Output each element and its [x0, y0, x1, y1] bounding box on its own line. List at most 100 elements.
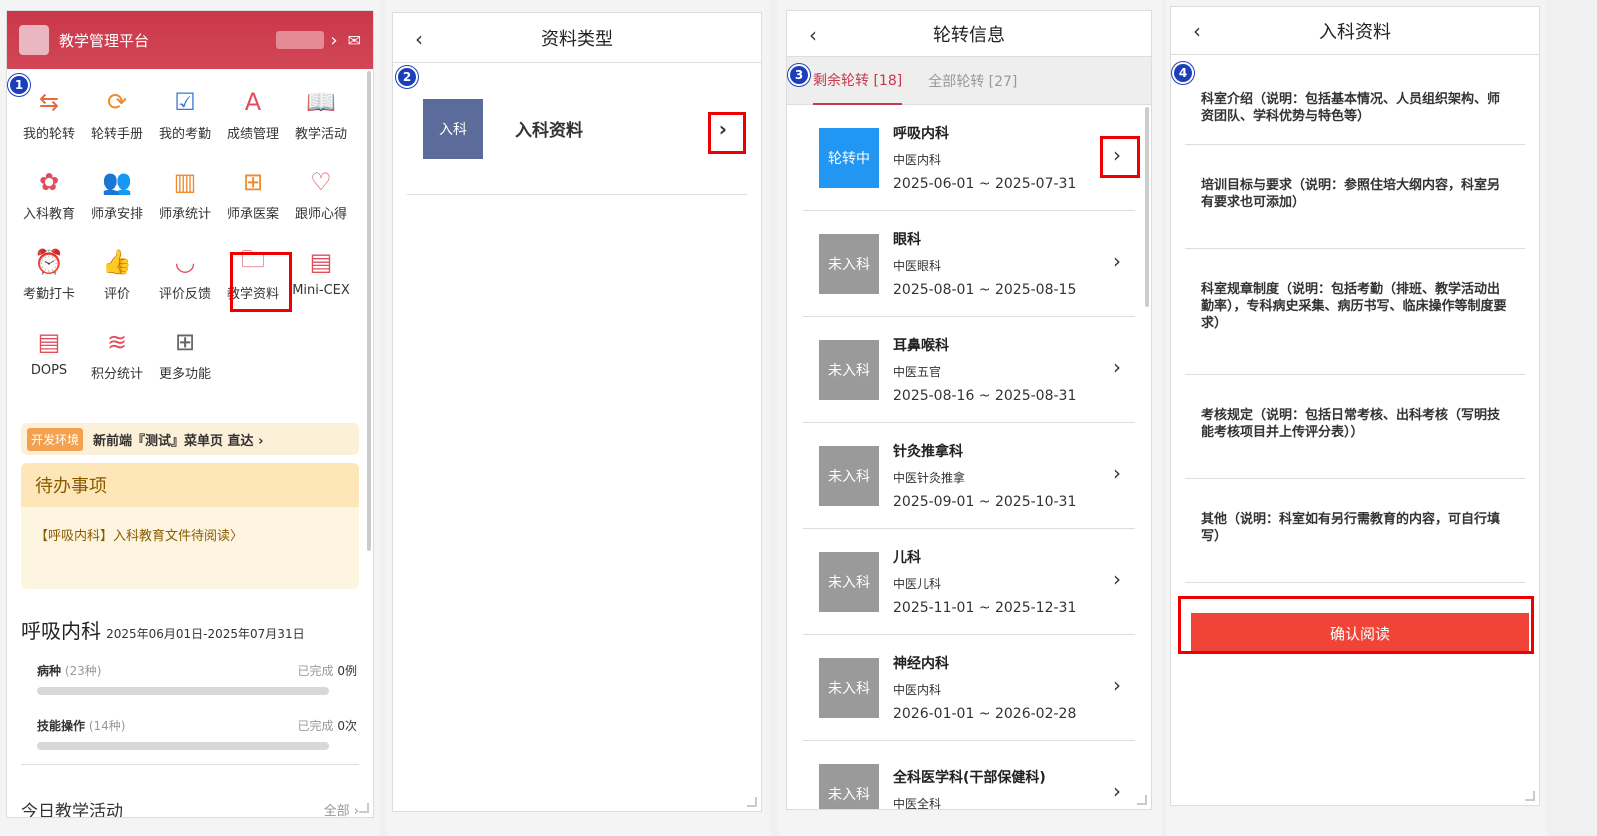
progress-count: (23种)	[64, 664, 102, 678]
mail-icon[interactable]: ✉	[348, 31, 361, 50]
rotation-row[interactable]: 未入科 眼科 中医眼科 2025-08-01 ~ 2025-08-15 ›	[803, 211, 1135, 317]
rotation-row[interactable]: 未入科 神经内科 中医内科 2026-01-01 ~ 2026-02-28 ›	[803, 635, 1135, 741]
rotation-row[interactable]: 未入科 针灸推拿科 中医针灸推拿 2025-09-01 ~ 2025-10-31 ›	[803, 423, 1135, 529]
progress-item: 技能操作 (14种) 已完成 0次	[37, 717, 357, 750]
chevron-right-icon[interactable]: ›	[330, 30, 337, 51]
function-label: 师承医案	[226, 207, 279, 222]
rotation-sub: 中医五官	[893, 365, 942, 379]
page-title: 轮转信息	[933, 24, 1005, 46]
dev-env-bar[interactable]: 开发环境 新前端『测试』菜单页 直达 ›	[21, 423, 359, 455]
rotation-dates: 2025-09-01 ~ 2025-10-31	[893, 494, 1077, 510]
grid-item[interactable]: ▤ DOPS	[15, 327, 83, 407]
dept-summary: 呼吸内科 2025年06月01日-2025年07月31日	[7, 589, 373, 644]
back-icon[interactable]: ‹	[415, 27, 423, 51]
grid-item[interactable]: ⏰ 考勤打卡	[15, 247, 83, 327]
material-name: 入科资料	[515, 121, 583, 141]
screen-home: 教学管理平台 › ✉ ⇆ 我的轮转 ⟳ 轮转手册 ☑ 我的考勤 A 成绩管理 📖 教学活动 ✿ 入科教…	[0, 0, 380, 836]
function-label: 我的轮转	[22, 127, 75, 142]
rotation-sub: 中医内科	[893, 683, 942, 697]
grid-item[interactable]: ♡ 跟师心得	[287, 167, 355, 247]
function-icon: ⟳	[106, 88, 128, 116]
function-label: 评价反馈	[158, 287, 211, 302]
screen-dept-material: ‹ 入科资料 科室介绍（说明：包括基本情况、人员组织架构、师资团队、学科优势与特…	[1166, 0, 1546, 836]
function-icon: ≋	[106, 328, 128, 356]
rotation-dept: 呼吸内科	[893, 126, 949, 142]
function-label: 教学活动	[294, 127, 347, 142]
todo-card: 待办事项 【呼吸内科】入科教育文件待阅读〉	[21, 463, 359, 589]
rotation-dept: 儿科	[893, 550, 921, 566]
grid-item[interactable]: ▤ Mini-CEX	[287, 247, 355, 327]
view-all-link[interactable]: 全部 ›	[324, 800, 359, 817]
resize-grip[interactable]	[1525, 791, 1535, 801]
material-sections: 科室介绍（说明：包括基本情况、人员组织架构、师资团队、学科优势与特色等） 培训目标…	[1171, 55, 1539, 583]
todo-item[interactable]: 【呼吸内科】入科教育文件待阅读〉	[21, 507, 359, 562]
material-item[interactable]: 入科 入科资料 ›	[407, 63, 747, 195]
phone-frame: 教学管理平台 › ✉ ⇆ 我的轮转 ⟳ 轮转手册 ☑ 我的考勤 A 成绩管理 📖 教学活动 ✿ 入科教…	[6, 10, 374, 818]
grid-item[interactable]: ≋ 积分统计	[83, 327, 151, 407]
grid-item[interactable]: 👍 评价	[83, 247, 151, 327]
dev-env-link[interactable]: 新前端『测试』菜单页 直达 ›	[93, 430, 263, 449]
screen-rotation: ‹ 轮转信息 剩余轮转 [18] 全部轮转 [27] 轮转中 呼吸内科 中医内科 20…	[778, 0, 1162, 836]
grid-item[interactable]: ⊞ 更多功能	[151, 327, 219, 407]
grid-item[interactable]: ✿ 入科教育	[15, 167, 83, 247]
grid-item[interactable]: ⟳ 轮转手册	[83, 87, 151, 167]
step-badge: 3	[788, 64, 810, 86]
function-label: 入科教育	[22, 207, 75, 222]
grid-item[interactable]: 📖 教学活动	[287, 87, 355, 167]
tab-all[interactable]: 全部轮转 [27]	[928, 57, 1017, 105]
back-icon[interactable]: ‹	[809, 23, 817, 47]
scrollbar[interactable]	[367, 71, 371, 551]
app-title: 教学管理平台	[59, 31, 150, 50]
rotation-dates: 2026-01-01 ~ 2026-02-28	[893, 706, 1077, 722]
resize-grip[interactable]	[359, 803, 369, 813]
progress-name: 技能操作	[37, 719, 86, 733]
material-section: 培训目标与要求（说明：参照住培大纲内容，科室另有要求也可添加）	[1185, 145, 1525, 249]
chevron-right-icon[interactable]: ›	[1113, 779, 1121, 803]
today-title: 今日教学活动	[21, 802, 123, 818]
resize-grip[interactable]	[747, 797, 757, 807]
material-section: 科室规章制度（说明：包括考勤（排班、教学活动出勤率），专科病史采集、病历书写、临…	[1185, 249, 1525, 375]
progress-bar	[37, 687, 329, 695]
grid-item[interactable]: 👥 师承安排	[83, 167, 151, 247]
dev-env-tag: 开发环境	[27, 427, 84, 451]
highlight-box	[1178, 596, 1534, 654]
grid-item[interactable]: A 成绩管理	[219, 87, 287, 167]
grid-item[interactable]: ⊞ 师承医案	[219, 167, 287, 247]
progress-name: 病种	[37, 664, 62, 678]
rotation-status: 未入科	[819, 551, 879, 612]
rotation-row[interactable]: 未入科 儿科 中医儿科 2025-11-01 ~ 2025-12-31 ›	[803, 529, 1135, 635]
nav-header: ‹ 轮转信息	[787, 11, 1151, 57]
chevron-right-icon[interactable]: ›	[1113, 567, 1121, 591]
function-icon: ☑	[174, 88, 196, 116]
grid-item[interactable]: ⇆ 我的轮转	[15, 87, 83, 167]
chevron-right-icon[interactable]: ›	[1113, 461, 1121, 485]
back-icon[interactable]: ‹	[1193, 19, 1201, 43]
avatar[interactable]	[19, 25, 49, 55]
resize-grip[interactable]	[1137, 795, 1147, 805]
tab-remaining[interactable]: 剩余轮转 [18]	[813, 57, 903, 105]
rotation-sub: 中医内科	[893, 153, 942, 167]
rotation-status: 未入科	[819, 233, 879, 294]
grid-item[interactable]: ☑ 我的考勤	[151, 87, 219, 167]
rotation-row[interactable]: 轮转中 呼吸内科 中医内科 2025-06-01 ~ 2025-07-31 ›	[803, 105, 1135, 211]
rotation-row[interactable]: 未入科 耳鼻喉科 中医五官 2025-08-16 ~ 2025-08-31 ›	[803, 317, 1135, 423]
scrollbar[interactable]	[1145, 107, 1149, 307]
dept-name: 呼吸内科	[21, 619, 101, 643]
function-label: 师承统计	[158, 207, 211, 222]
chevron-right-icon[interactable]: ›	[1113, 355, 1121, 379]
chevron-right-icon[interactable]: ›	[1113, 673, 1121, 697]
function-icon: ▤	[309, 248, 333, 276]
grid-item[interactable]: ▥ 师承统计	[151, 167, 219, 247]
rotation-row[interactable]: 未入科 全科医学科(干部保健科) 中医全科 ›	[803, 741, 1135, 809]
progress-count: (14种)	[88, 719, 126, 733]
grid-item[interactable]: ◡ 评价反馈	[151, 247, 219, 327]
function-label: 跟师心得	[294, 207, 347, 222]
rotation-list: 轮转中 呼吸内科 中医内科 2025-06-01 ~ 2025-07-31 › 未入科 眼科…	[787, 105, 1151, 809]
chevron-right-icon[interactable]: ›	[1113, 249, 1121, 273]
rotation-dates: 2025-11-01 ~ 2025-12-31	[893, 600, 1077, 616]
highlight-box	[230, 252, 292, 312]
function-grid: ⇆ 我的轮转 ⟳ 轮转手册 ☑ 我的考勤 A 成绩管理 📖 教学活动 ✿ 入科教育 👥 师承安排 ▥ 师承统计…	[7, 69, 373, 407]
rotation-dept: 神经内科	[893, 656, 949, 672]
dept-dates: 2025年06月01日-2025年07月31日	[106, 627, 305, 641]
material-section: 科室介绍（说明：包括基本情况、人员组织架构、师资团队、学科优势与特色等）	[1185, 55, 1525, 145]
